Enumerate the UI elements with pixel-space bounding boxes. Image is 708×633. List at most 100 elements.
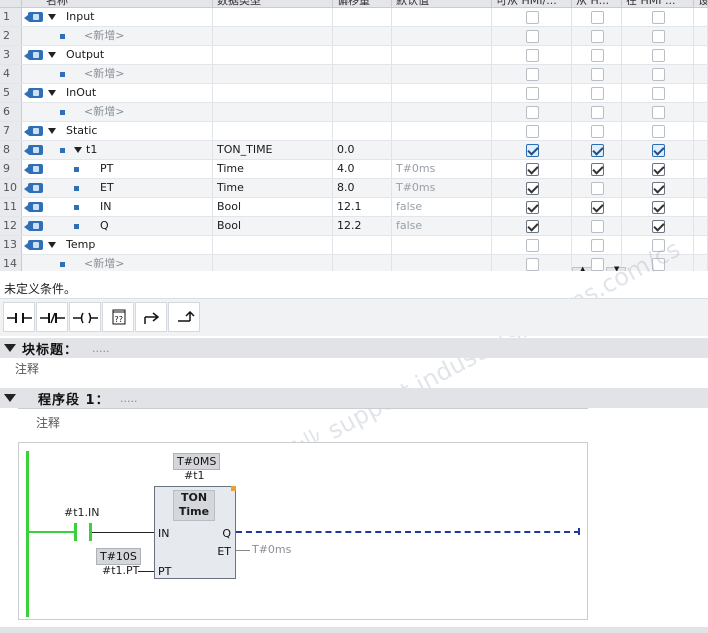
coil-button[interactable]	[69, 302, 101, 332]
hmi-checkbox[interactable]	[590, 201, 604, 214]
variable-name[interactable]: Input	[66, 8, 94, 26]
table-row[interactable]: 14 <新增>	[0, 255, 708, 271]
datatype-cell[interactable]	[213, 8, 333, 26]
header-name[interactable]: 名称	[22, 0, 213, 8]
default-value-cell[interactable]	[392, 46, 492, 64]
header-setpoint[interactable]: 设	[694, 0, 708, 8]
offset-cell[interactable]: 4.0	[333, 160, 392, 178]
hmi-checkbox[interactable]	[590, 125, 604, 138]
instance-constant[interactable]: T#0MS	[173, 453, 221, 470]
hmi-checkbox[interactable]	[651, 125, 665, 138]
hmi-checkbox[interactable]	[651, 201, 665, 214]
ton-block[interactable]: TON Time IN Q ET PT	[154, 486, 236, 579]
default-value-cell[interactable]	[392, 141, 492, 159]
datatype-cell[interactable]: TON_TIME	[213, 141, 333, 159]
hmi-checkbox[interactable]	[525, 258, 539, 271]
hmi-checkbox[interactable]	[651, 11, 665, 24]
hmi-checkbox[interactable]	[525, 182, 539, 195]
collapse-caret-icon[interactable]	[4, 344, 16, 352]
datatype-cell[interactable]	[213, 103, 333, 121]
variable-name[interactable]: Static	[66, 122, 97, 140]
offset-cell[interactable]: 12.1	[333, 198, 392, 216]
pt-constant[interactable]: T#10S	[96, 548, 141, 565]
header-hmi-visible[interactable]: 从 H...	[572, 0, 622, 8]
empty-box-button[interactable]: ??	[102, 302, 134, 332]
hmi-checkbox[interactable]	[651, 49, 665, 62]
name-cell[interactable]: <新增>	[22, 103, 213, 121]
hmi-checkbox[interactable]	[651, 258, 665, 271]
name-cell[interactable]: Input	[22, 8, 213, 26]
variable-name[interactable]: Temp	[66, 236, 95, 254]
table-row[interactable]: 9 PT Time 4.0 T#0ms	[0, 160, 708, 179]
offset-cell[interactable]: 8.0	[333, 179, 392, 197]
variable-name[interactable]: PT	[100, 160, 113, 178]
default-value-cell[interactable]: T#0ms	[392, 160, 492, 178]
datatype-cell[interactable]	[213, 84, 333, 102]
header-offset[interactable]: 偏移量	[333, 0, 392, 8]
variable-name[interactable]: t1	[86, 141, 97, 159]
datatype-cell[interactable]	[213, 65, 333, 83]
hmi-checkbox[interactable]	[525, 163, 539, 176]
add-new-entry[interactable]: <新增>	[84, 255, 124, 271]
block-comment[interactable]: 注释	[15, 360, 39, 377]
hmi-checkbox[interactable]	[525, 49, 539, 62]
expand-icon[interactable]	[48, 90, 56, 96]
hmi-checkbox[interactable]	[525, 11, 539, 24]
name-cell[interactable]: PT	[22, 160, 213, 178]
hmi-checkbox[interactable]	[651, 239, 665, 252]
table-row[interactable]: 4 <新增>	[0, 65, 708, 84]
default-value-cell[interactable]	[392, 255, 492, 271]
offset-cell[interactable]	[333, 103, 392, 121]
hmi-checkbox[interactable]	[651, 163, 665, 176]
table-row[interactable]: 6 <新增>	[0, 103, 708, 122]
hmi-checkbox[interactable]	[525, 144, 539, 157]
hmi-checkbox[interactable]	[525, 201, 539, 214]
default-value-cell[interactable]: T#0ms	[392, 179, 492, 197]
table-row[interactable]: 7 Static	[0, 122, 708, 141]
block-title-value[interactable]: .....	[92, 342, 109, 355]
table-row[interactable]: 5 InOut	[0, 84, 708, 103]
hmi-checkbox[interactable]	[651, 106, 665, 119]
offset-cell[interactable]: 12.2	[333, 217, 392, 235]
hmi-checkbox[interactable]	[651, 87, 665, 100]
datatype-cell[interactable]: Time	[213, 179, 333, 197]
default-value-cell[interactable]	[392, 236, 492, 254]
variable-name[interactable]: InOut	[66, 84, 96, 102]
hmi-checkbox[interactable]	[590, 144, 604, 157]
offset-cell[interactable]	[333, 84, 392, 102]
et-value[interactable]: T#0ms	[252, 543, 291, 556]
default-value-cell[interactable]	[392, 122, 492, 140]
open-branch-button[interactable]	[135, 302, 167, 332]
hmi-checkbox[interactable]	[525, 125, 539, 138]
name-cell[interactable]: IN	[22, 198, 213, 216]
datatype-cell[interactable]: Time	[213, 160, 333, 178]
name-cell[interactable]: Output	[22, 46, 213, 64]
table-row[interactable]: 3 Output	[0, 46, 708, 65]
hmi-checkbox[interactable]	[590, 30, 604, 43]
table-row[interactable]: 8 t1 TON_TIME 0.0	[0, 141, 708, 160]
variable-name[interactable]: IN	[100, 198, 111, 216]
instance-name[interactable]: #t1	[184, 469, 205, 482]
table-row[interactable]: 12 Q Bool 12.2 false	[0, 217, 708, 236]
datatype-cell[interactable]: Bool	[213, 217, 333, 235]
offset-cell[interactable]	[333, 27, 392, 45]
network-title-value[interactable]: .....	[120, 392, 137, 405]
pt-variable[interactable]: #t1.PT	[102, 564, 139, 577]
variable-name[interactable]: Output	[66, 46, 104, 64]
network-title-header[interactable]: 程序段 1： .....	[0, 388, 708, 408]
table-row[interactable]: 13 Temp	[0, 236, 708, 255]
datatype-cell[interactable]	[213, 122, 333, 140]
expand-icon[interactable]	[48, 52, 56, 58]
offset-cell[interactable]	[333, 8, 392, 26]
ton-subtype[interactable]: Time	[174, 505, 214, 519]
offset-cell[interactable]	[333, 122, 392, 140]
hmi-checkbox[interactable]	[651, 182, 665, 195]
hmi-checkbox[interactable]	[525, 239, 539, 252]
offset-cell[interactable]	[333, 46, 392, 64]
datatype-cell[interactable]	[213, 236, 333, 254]
contact-variable[interactable]: #t1.IN	[64, 506, 100, 519]
header-datatype[interactable]: 数据类型	[213, 0, 333, 8]
hmi-checkbox[interactable]	[651, 30, 665, 43]
offset-cell[interactable]	[333, 255, 392, 271]
header-hmi-settable[interactable]: 在 HMI ...	[622, 0, 694, 8]
